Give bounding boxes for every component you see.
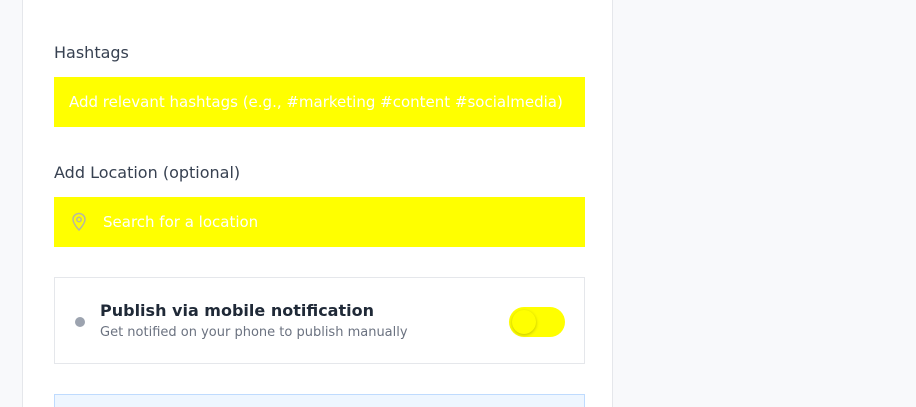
mobile-notification-option: Publish via mobile notification Get noti… xyxy=(54,277,585,364)
mobile-notification-toggle[interactable] xyxy=(509,307,565,337)
map-pin-icon xyxy=(70,212,88,232)
location-search-input[interactable] xyxy=(88,197,585,247)
post-form-card: Hashtags Add Location (optional) Publish… xyxy=(22,0,613,407)
status-dot-icon xyxy=(75,317,85,327)
location-field[interactable] xyxy=(54,197,585,247)
location-label: Add Location (optional) xyxy=(54,163,241,182)
toggle-knob xyxy=(512,310,536,334)
info-box xyxy=(54,394,585,407)
mobile-notification-title: Publish via mobile notification xyxy=(100,301,374,320)
hashtags-input[interactable] xyxy=(54,77,585,127)
hashtags-label: Hashtags xyxy=(54,43,129,62)
mobile-notification-subtitle: Get notified on your phone to publish ma… xyxy=(100,325,408,340)
page: Hashtags Add Location (optional) Publish… xyxy=(0,0,916,407)
